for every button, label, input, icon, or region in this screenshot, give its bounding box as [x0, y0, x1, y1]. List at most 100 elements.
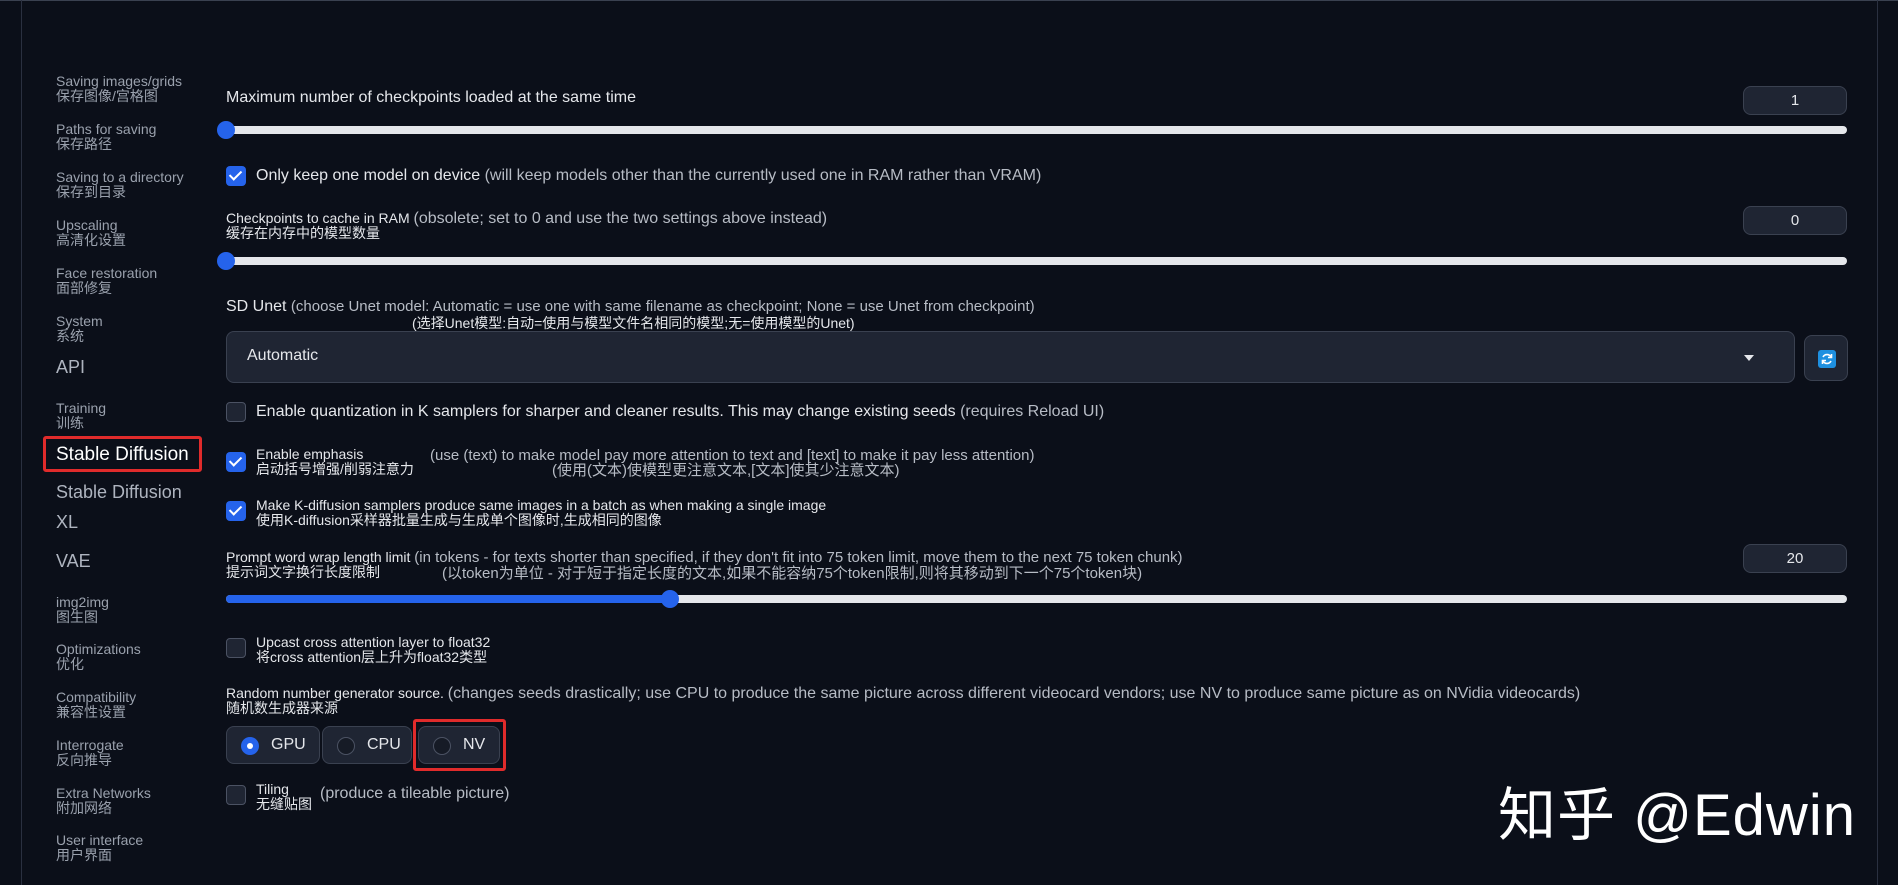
cache-ram-input[interactable]: 0 — [1743, 206, 1847, 235]
sidebar-item-system[interactable]: System 系统 — [56, 314, 103, 344]
cache-ram-note: (obsolete; set to 0 and use the two sett… — [413, 210, 828, 227]
sidebar-item-label: Face restoration — [56, 265, 158, 281]
sidebar-item-label: API — [56, 357, 86, 377]
sidebar-item-label-zh: 保存图像/宫格图 — [56, 88, 158, 104]
sidebar-item-label: Stable Diffusion — [56, 482, 182, 502]
sd-unet-selected-value: Automatic — [247, 347, 319, 364]
sidebar-item-label: Optimizations — [56, 641, 141, 657]
upcast-label-zh: 将cross attention层上升为float32类型 — [256, 649, 488, 665]
sidebar-item-label-zh: 保存到目录 — [56, 184, 126, 200]
quantization-checkbox[interactable] — [226, 402, 246, 422]
tiling-label-zh: 无缝贴图 — [256, 796, 312, 812]
emphasis-note-zh: (使用(文本)使模型更注意文本,[文本]使其少注意文本) — [552, 462, 900, 479]
watermark-text: 知乎 @Edwin — [1498, 783, 1856, 848]
radio-selected-icon — [241, 737, 259, 755]
tiling-note: (produce a tileable picture) — [320, 785, 510, 802]
sidebar-item-user-interface[interactable]: User interface 用户界面 — [56, 833, 143, 863]
sd-unet-label-zh: (选择Unet模型:自动=使用与模型文件名相同的模型;无=使用模型的Unet) — [412, 315, 855, 331]
sidebar-item-label-zh: 保存路径 — [56, 136, 112, 152]
sidebar-item-saving-images[interactable]: Saving images/grids 保存图像/宫格图 — [56, 74, 182, 104]
cache-ram-label: Checkpoints to cache in RAM (obsolete; s… — [226, 210, 828, 227]
sidebar-item-saving-to-directory[interactable]: Saving to a directory 保存到目录 — [56, 170, 184, 200]
rng-option-cpu[interactable]: CPU — [322, 726, 412, 764]
emphasis-label-zh: 启动括号增强/削弱注意力 — [256, 461, 414, 477]
sidebar-item-label-zh: 兼容性设置 — [56, 704, 126, 720]
wrap-limit-label-text: Prompt word wrap length limit — [226, 549, 411, 565]
wrap-limit-slider[interactable] — [226, 590, 1847, 608]
sidebar-item-stable-diffusion[interactable]: Stable Diffusion — [43, 436, 202, 472]
quantization-label-text: Enable quantization in K samplers for sh… — [256, 403, 956, 420]
sidebar-item-img2img[interactable]: img2img 图生图 — [56, 595, 109, 625]
sd-unet-label: SD Unet (choose Unet model: Automatic = … — [226, 298, 1035, 316]
quantization-note: (requires Reload UI) — [960, 403, 1105, 420]
sidebar-item-vae[interactable]: VAE — [56, 551, 91, 571]
refresh-button[interactable] — [1804, 335, 1848, 381]
sidebar-item-label: Extra Networks — [56, 785, 151, 801]
rng-option-gpu[interactable]: GPU — [226, 726, 320, 764]
cache-ram-label-text: Checkpoints to cache in RAM — [226, 210, 410, 226]
sidebar-item-stable-diffusion-xl[interactable]: Stable Diffusion XL — [56, 482, 182, 532]
rng-label: Random number generator source. (changes… — [226, 685, 1581, 702]
sidebar-item-paths-for-saving[interactable]: Paths for saving 保存路径 — [56, 122, 156, 152]
sd-unet-dropdown[interactable]: Automatic — [226, 331, 1795, 383]
kdiffusion-label: Make K-diffusion samplers produce same i… — [256, 497, 827, 513]
rng-label-zh: 随机数生成器来源 — [226, 700, 338, 716]
sidebar-divider — [21, 0, 22, 885]
sidebar-item-optimizations[interactable]: Optimizations 优化 — [56, 642, 141, 672]
sidebar-item-label: User interface — [56, 832, 144, 848]
chevron-down-icon — [1744, 355, 1754, 361]
upcast-checkbox[interactable] — [226, 638, 246, 658]
max-checkpoints-input[interactable]: 1 — [1743, 86, 1847, 115]
sidebar-item-api[interactable]: API — [56, 357, 85, 377]
sidebar-item-label: Interrogate — [56, 737, 124, 753]
sidebar-item-compatibility[interactable]: Compatibility 兼容性设置 — [56, 690, 136, 720]
sidebar-item-label: VAE — [56, 551, 91, 571]
max-checkpoints-label: Maximum number of checkpoints loaded at … — [226, 89, 636, 106]
sidebar-item-label-zh: 面部修复 — [56, 280, 112, 296]
sidebar-item-label-2: XL — [56, 512, 79, 532]
rng-option-label: GPU — [271, 736, 306, 753]
rng-label-text: Random number generator source. — [226, 685, 444, 701]
max-checkpoints-slider[interactable] — [217, 121, 1847, 139]
one-model-label: Only keep one model on device (will keep… — [256, 167, 1041, 185]
content-right-border — [1877, 0, 1878, 885]
sidebar-item-upscaling[interactable]: Upscaling 高清化设置 — [56, 218, 126, 248]
sidebar-item-label-zh: 系统 — [56, 328, 84, 344]
sidebar-item-label-zh: 图生图 — [56, 609, 98, 625]
emphasis-label: Enable emphasis — [256, 446, 364, 462]
sidebar-item-label: System — [56, 313, 103, 329]
sidebar-item-label: Stable Diffusion — [56, 444, 189, 465]
slider-thumb[interactable] — [217, 121, 235, 139]
wrap-limit-note: (in tokens - for texts shorter than spec… — [414, 549, 1183, 566]
slider-fill — [226, 595, 671, 603]
sidebar-item-label: Saving to a directory — [56, 169, 184, 185]
sidebar-item-label: Training — [56, 400, 107, 416]
wrap-limit-input[interactable]: 20 — [1743, 544, 1847, 573]
one-model-checkbox[interactable] — [226, 166, 246, 186]
sidebar-item-label: Paths for saving — [56, 121, 157, 137]
sidebar-item-training[interactable]: Training 训练 — [56, 401, 106, 431]
sd-unet-note: (choose Unet model: Automatic = use one … — [290, 298, 1035, 315]
tiling-checkbox[interactable] — [226, 785, 246, 805]
sidebar-item-label-zh: 反向推导 — [56, 752, 112, 768]
wrap-limit-label: Prompt word wrap length limit (in tokens… — [226, 549, 1183, 566]
rng-note: (changes seeds drastically; use CPU to p… — [447, 685, 1581, 702]
emphasis-checkbox[interactable] — [226, 452, 246, 472]
sidebar-item-face-restoration[interactable]: Face restoration 面部修复 — [56, 266, 157, 296]
quantization-label: Enable quantization in K samplers for sh… — [256, 403, 1104, 421]
sidebar-item-interrogate[interactable]: Interrogate 反向推导 — [56, 738, 124, 768]
window-top-border — [0, 0, 1898, 1]
sidebar-item-label: img2img — [56, 594, 109, 610]
cache-ram-label-zh: 缓存在内存中的模型数量 — [226, 225, 380, 241]
cache-ram-slider[interactable] — [217, 252, 1847, 270]
slider-thumb[interactable] — [661, 590, 680, 608]
one-model-note: (will keep models other than the current… — [484, 167, 1042, 184]
sd-unet-label-text: SD Unet — [226, 298, 287, 315]
sidebar-item-extra-networks[interactable]: Extra Networks 附加网络 — [56, 786, 151, 816]
sidebar-item-label: Compatibility — [56, 689, 137, 705]
rng-option-label: CPU — [367, 736, 401, 753]
sidebar-item-label-zh: 用户界面 — [56, 847, 112, 863]
radio-unselected-icon — [337, 737, 355, 755]
kdiffusion-checkbox[interactable] — [226, 501, 246, 521]
slider-thumb[interactable] — [217, 252, 235, 270]
